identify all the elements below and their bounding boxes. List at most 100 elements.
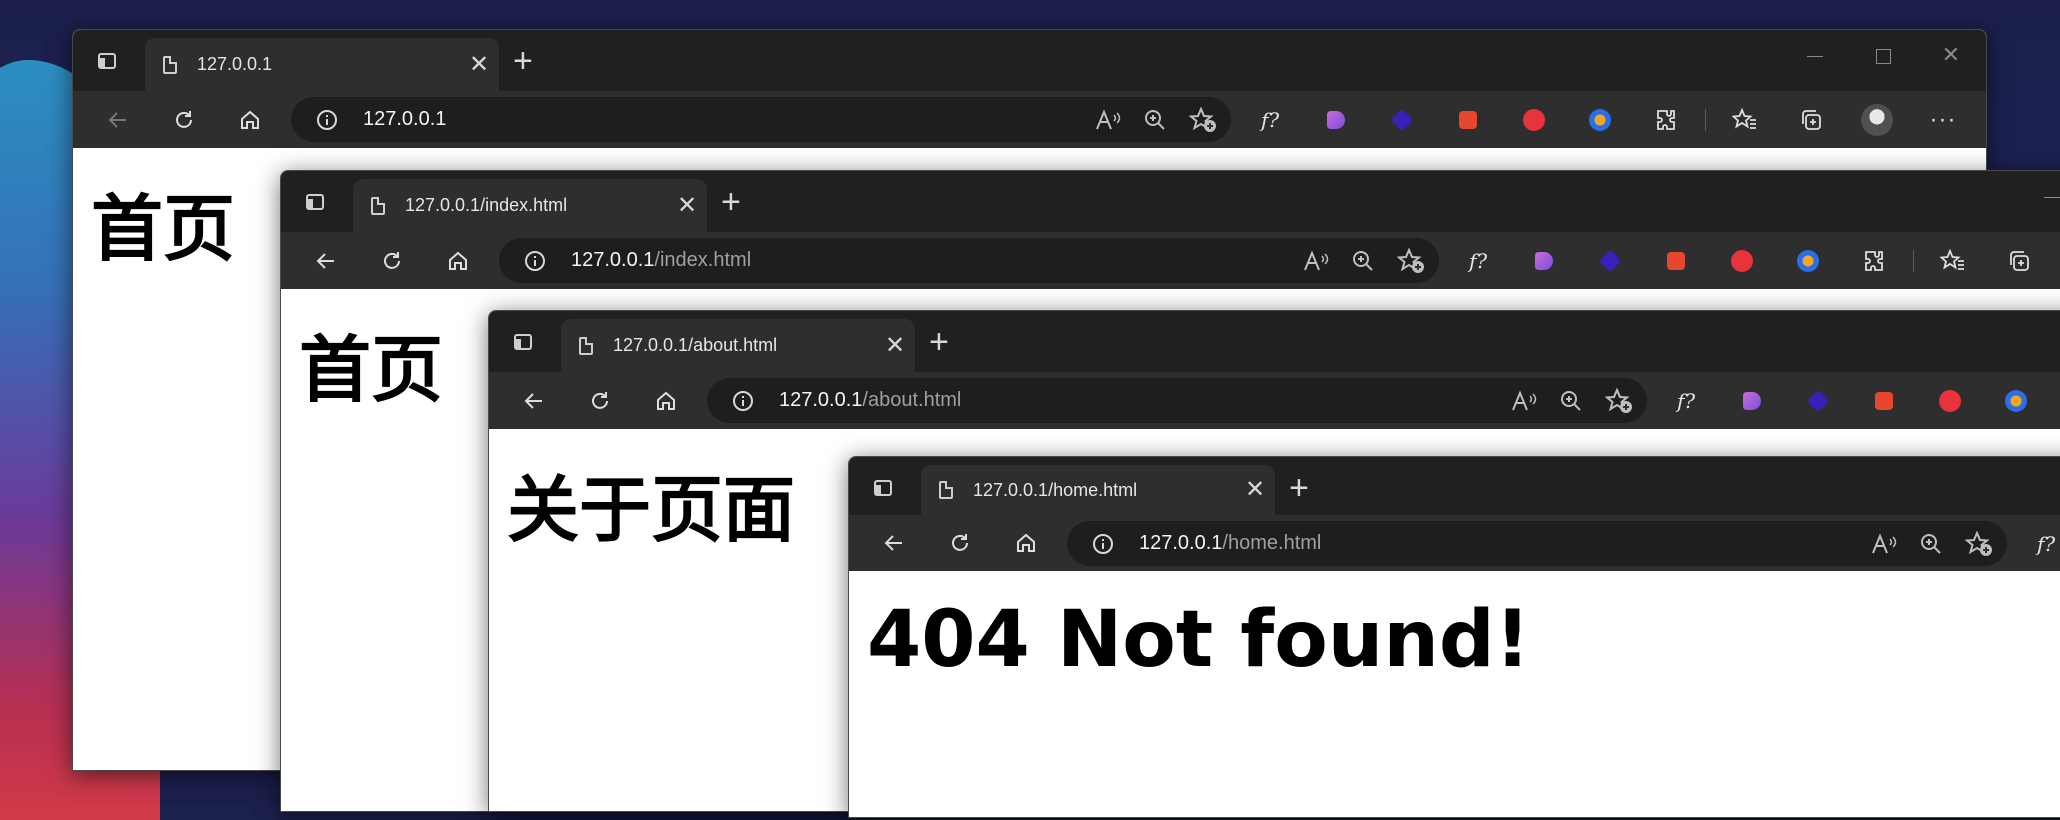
- page-heading: 404 Not found!: [867, 595, 1531, 685]
- refresh-icon[interactable]: [151, 91, 217, 148]
- read-aloud-icon[interactable]: [1095, 108, 1121, 131]
- minimize-icon[interactable]: [1804, 42, 1826, 68]
- collections-icon[interactable]: [1986, 249, 2052, 273]
- toolbar-separator: [1705, 108, 1706, 131]
- formula-extension-icon[interactable]: f?: [1653, 389, 1719, 413]
- title-bar: 127.0.0.1 ✕ + ✕: [73, 30, 1986, 91]
- info-icon[interactable]: [317, 109, 337, 130]
- address-actions: [1871, 521, 1993, 566]
- favorite-add-icon[interactable]: [1605, 387, 1633, 414]
- zoom-icon[interactable]: [1351, 249, 1375, 273]
- toolbar: 127.0.0.1 f? ···: [73, 91, 1986, 148]
- zoom-icon[interactable]: [1919, 532, 1943, 556]
- read-aloud-icon[interactable]: [1871, 532, 1897, 555]
- tab-close-icon[interactable]: ✕: [875, 333, 915, 358]
- extensions-icon[interactable]: [1633, 108, 1699, 132]
- new-tab-icon[interactable]: +: [721, 185, 741, 219]
- active-tab[interactable]: 127.0.0.1/home.html ✕: [921, 465, 1275, 515]
- sync-extension-icon[interactable]: [1501, 108, 1567, 131]
- sync-extension-icon[interactable]: [1917, 389, 1983, 412]
- purple-extension-icon[interactable]: [1511, 251, 1577, 270]
- profile-avatar[interactable]: [1844, 103, 1910, 136]
- formula-extension-icon[interactable]: f?: [2013, 532, 2060, 556]
- page-icon: [163, 55, 177, 74]
- zoom-icon[interactable]: [1559, 389, 1583, 413]
- info-icon[interactable]: [1093, 533, 1113, 554]
- window-controls: ✕: [1804, 42, 1962, 68]
- purple-extension-icon[interactable]: [1303, 110, 1369, 129]
- info-icon[interactable]: [733, 390, 753, 411]
- new-tab-icon[interactable]: +: [1289, 471, 1309, 505]
- window-controls: [2041, 183, 2060, 209]
- address-bar[interactable]: 127.0.0.1 /index.html: [499, 238, 1439, 283]
- browser-extension-icon[interactable]: [1983, 389, 2049, 412]
- tab-title: 127.0.0.1/home.html: [973, 479, 1138, 500]
- home-icon[interactable]: [633, 372, 699, 429]
- browser-extension-icon[interactable]: [1567, 108, 1633, 131]
- tab-actions-icon[interactable]: [509, 328, 537, 356]
- tab-title: 127.0.0.1/about.html: [613, 335, 778, 355]
- favorite-add-icon[interactable]: [1189, 106, 1217, 133]
- active-tab[interactable]: 127.0.0.1/about.html ✕: [561, 319, 915, 372]
- diamond-extension-icon[interactable]: [1577, 249, 1643, 272]
- more-icon[interactable]: ···: [1910, 106, 1976, 134]
- toolbar: 127.0.0.1 /about.html f?: [489, 372, 2060, 429]
- new-tab-icon[interactable]: +: [929, 325, 949, 359]
- favorites-icon[interactable]: [1712, 107, 1778, 132]
- home-icon[interactable]: [217, 91, 283, 148]
- diamond-extension-icon[interactable]: [1785, 389, 1851, 412]
- refresh-icon[interactable]: [359, 232, 425, 289]
- tab-close-icon[interactable]: ✕: [459, 52, 499, 77]
- info-icon[interactable]: [525, 250, 545, 271]
- home-icon[interactable]: [993, 515, 1059, 572]
- tab-actions-icon[interactable]: [301, 188, 329, 216]
- tab-actions-icon[interactable]: [93, 47, 121, 75]
- page-icon: [579, 336, 593, 355]
- address-actions: [1095, 97, 1217, 142]
- home-icon[interactable]: [425, 232, 491, 289]
- formula-extension-icon[interactable]: f?: [1445, 249, 1511, 273]
- address-bar[interactable]: 127.0.0.1: [291, 97, 1231, 142]
- tab-actions-icon[interactable]: [869, 474, 897, 502]
- new-tab-icon[interactable]: +: [513, 44, 533, 78]
- favorite-add-icon[interactable]: [1397, 247, 1425, 274]
- favorites-icon[interactable]: [1920, 248, 1986, 273]
- browser-extension-icon[interactable]: [1775, 249, 1841, 272]
- address-bar[interactable]: 127.0.0.1 /about.html: [707, 378, 1647, 423]
- address-bar[interactable]: 127.0.0.1 /home.html: [1067, 521, 2007, 566]
- browser-window-4: 127.0.0.1/home.html ✕ + 127.0.0.1 /home.…: [848, 456, 2060, 818]
- close-window-icon[interactable]: ✕: [1940, 42, 1962, 68]
- extensions-icon[interactable]: [1841, 249, 1907, 273]
- dice-extension-icon[interactable]: [1435, 110, 1501, 129]
- maximize-icon[interactable]: [1872, 42, 1894, 68]
- purple-extension-icon[interactable]: [1719, 391, 1785, 410]
- tab-close-icon[interactable]: ✕: [667, 193, 707, 218]
- back-icon[interactable]: [861, 515, 927, 572]
- back-icon[interactable]: [501, 372, 567, 429]
- collections-icon[interactable]: [1778, 108, 1844, 132]
- extensions-bar: f? ···: [1237, 91, 1976, 148]
- zoom-icon[interactable]: [1143, 108, 1167, 132]
- url-host: 127.0.0.1: [779, 389, 863, 411]
- page-content: 404 Not found!: [849, 571, 2060, 817]
- minimize-icon[interactable]: [2041, 183, 2060, 209]
- favorite-add-icon[interactable]: [1965, 530, 1993, 557]
- tab-close-icon[interactable]: ✕: [1235, 478, 1275, 502]
- active-tab[interactable]: 127.0.0.1 ✕: [145, 38, 499, 91]
- active-tab[interactable]: 127.0.0.1/index.html ✕: [353, 179, 707, 232]
- read-aloud-icon[interactable]: [1511, 389, 1537, 412]
- read-aloud-icon[interactable]: [1303, 249, 1329, 272]
- formula-extension-icon[interactable]: f?: [1237, 108, 1303, 132]
- url-host: 127.0.0.1: [571, 249, 655, 271]
- back-icon[interactable]: [85, 91, 151, 148]
- back-icon[interactable]: [293, 232, 359, 289]
- dice-extension-icon[interactable]: [1851, 391, 1917, 410]
- dice-extension-icon[interactable]: [1643, 251, 1709, 270]
- sync-extension-icon[interactable]: [1709, 249, 1775, 272]
- toolbar: 127.0.0.1 /home.html f?: [849, 515, 2060, 571]
- url-host: 127.0.0.1: [1139, 532, 1223, 554]
- title-bar: 127.0.0.1/index.html ✕ +: [281, 171, 2060, 232]
- diamond-extension-icon[interactable]: [1369, 108, 1435, 131]
- refresh-icon[interactable]: [927, 515, 993, 572]
- refresh-icon[interactable]: [567, 372, 633, 429]
